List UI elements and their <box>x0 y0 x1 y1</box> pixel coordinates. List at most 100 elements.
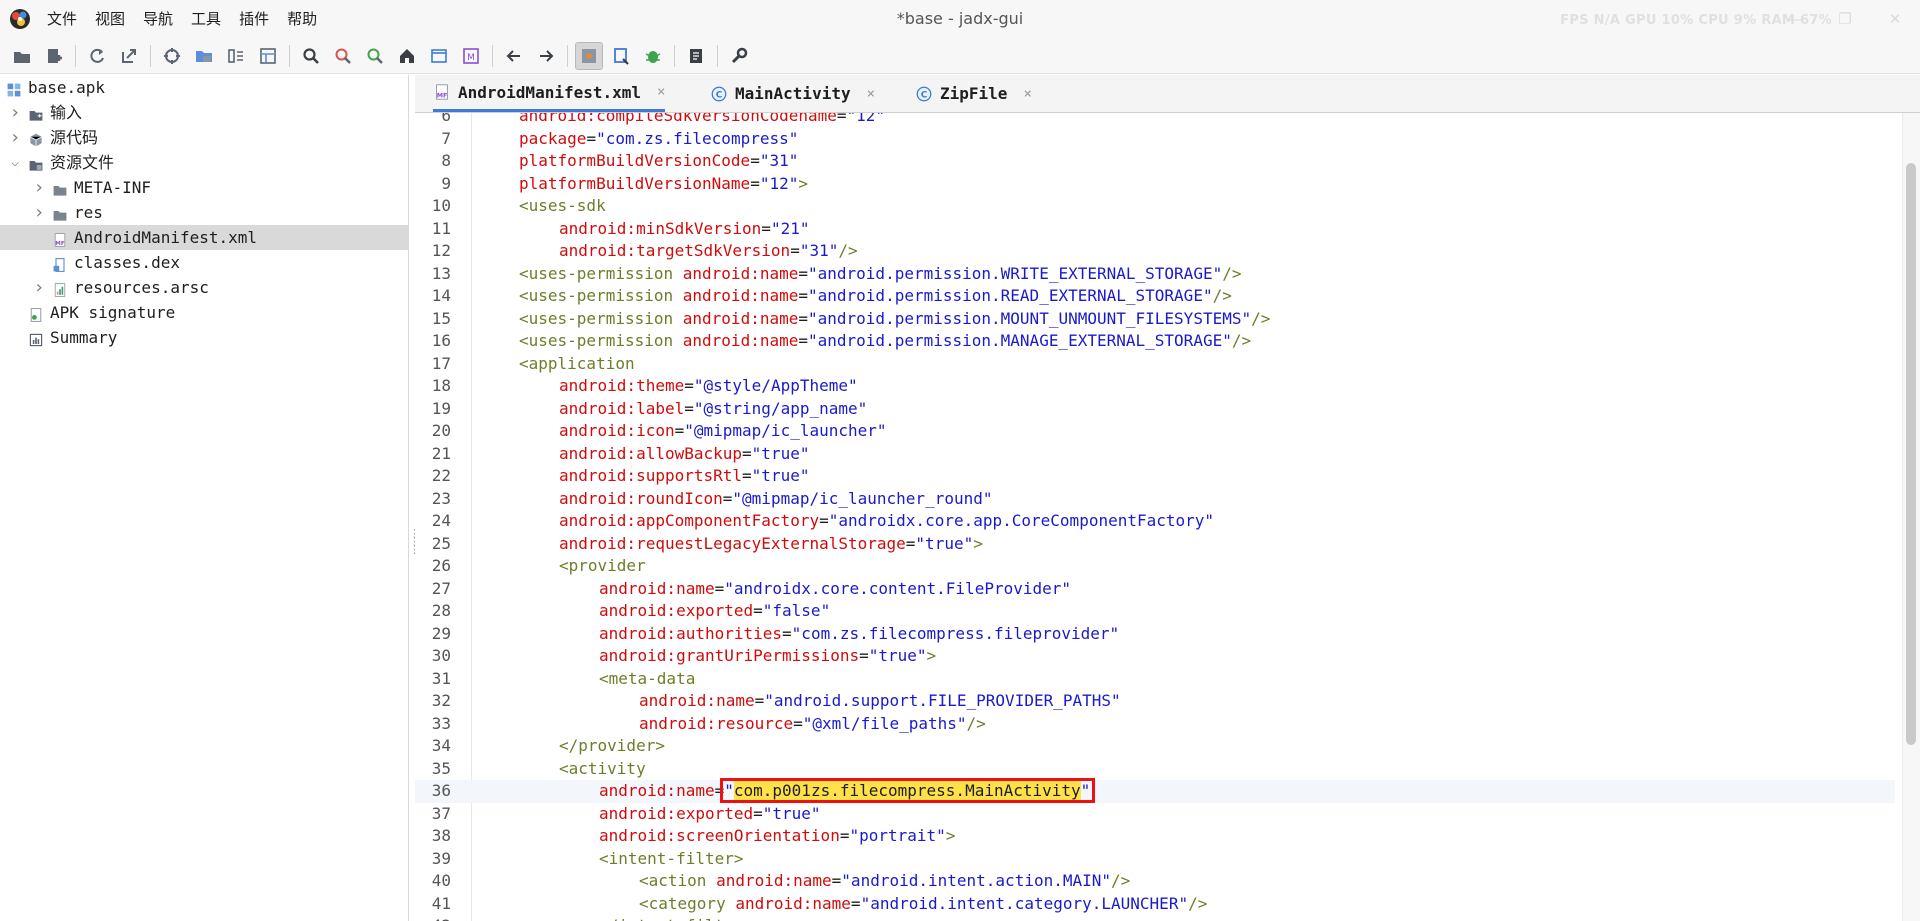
xml-punct: = <box>722 488 733 508</box>
xml-tag: /> <box>1212 286 1232 305</box>
xml-attribute: android:name <box>639 691 755 710</box>
menu-item[interactable]: 文件 <box>38 0 86 38</box>
add-files-button[interactable] <box>40 42 68 70</box>
code-line: 20 android:icon="@mipmap/ic_launcher" <box>415 420 1895 443</box>
expand-arrow-icon[interactable]: › <box>8 100 22 125</box>
code-line: 33 android:resource="@xml/file_paths"/> <box>415 713 1895 736</box>
code-line: 27 android:name="androidx.core.content.Fi… <box>415 578 1895 601</box>
log-viewer-button[interactable] <box>682 42 710 70</box>
open-file-button[interactable] <box>8 42 36 70</box>
xml-punct: = <box>750 151 760 170</box>
expand-arrow-icon[interactable]: › <box>32 200 46 225</box>
code-text: android:minSdkVersion="21" <box>559 218 809 241</box>
editor-tab[interactable]: C MainActivity × <box>710 75 875 112</box>
tree-item[interactable]: MF AndroidManifest.xml <box>0 225 408 250</box>
menu-item[interactable]: 帮助 <box>278 0 326 38</box>
svg-text:C: C <box>921 90 928 100</box>
quick-tabs-button[interactable] <box>254 42 282 70</box>
class-icon: C <box>710 85 728 103</box>
xml-string: "@style/AppTheme" <box>693 376 858 395</box>
line-number: 28 <box>431 601 451 620</box>
debugger-button[interactable] <box>639 42 667 70</box>
tree-item[interactable]: › 源代码 <box>0 125 408 150</box>
line-number: 34 <box>431 736 451 755</box>
code-text: <category android:name="android.intent.c… <box>639 893 1207 916</box>
expand-arrow-icon[interactable]: › <box>32 275 46 300</box>
code-text: </intent-filter> <box>599 915 753 921</box>
tree-item[interactable]: › resources.arsc <box>0 275 408 300</box>
code-text: <activity <box>559 758 646 781</box>
xml-punct: = <box>793 713 803 733</box>
code-view-button[interactable] <box>425 42 453 70</box>
code-text: </provider> <box>559 735 665 758</box>
toolbar-separator <box>674 44 675 67</box>
manifest-file-icon: MF <box>52 230 68 247</box>
tab-close-button[interactable]: × <box>657 84 665 100</box>
menu-item[interactable]: 导航 <box>134 0 182 38</box>
xml-tag: </intent-filter> <box>599 916 753 921</box>
search-button[interactable] <box>297 42 325 70</box>
tree-item[interactable]: base.apk <box>0 75 408 100</box>
vertical-scrollbar[interactable] <box>1902 113 1920 921</box>
forward-button[interactable] <box>532 42 560 70</box>
editor-tab[interactable]: C ZipFile × <box>915 75 1032 112</box>
tree-item[interactable]: ⌵ 资源文件 <box>0 150 408 175</box>
tab-close-button[interactable]: × <box>867 86 875 102</box>
reload-button[interactable] <box>83 42 111 70</box>
xml-string: "@xml/file_paths" <box>802 713 967 733</box>
back-button[interactable] <box>500 42 528 70</box>
tree-item-label: APK signature <box>50 303 176 322</box>
find-class-button[interactable] <box>329 42 357 70</box>
decompile-all-button[interactable] <box>575 41 603 70</box>
line-number: 27 <box>431 578 451 598</box>
xml-string: "androidx.core.app.CoreComponentFactory" <box>828 511 1215 530</box>
flatten-packages-button[interactable] <box>190 42 218 70</box>
deobfuscation-button[interactable] <box>607 42 635 70</box>
code-line: 13 <uses-permission android:name="android… <box>415 263 1895 286</box>
code-line: 6 android:compileSdkVersionCodename="12" <box>415 113 1895 128</box>
export-button[interactable] <box>115 42 143 70</box>
tree-item[interactable]: classes.dex <box>0 250 408 275</box>
tree-item[interactable]: APK signature <box>0 300 408 325</box>
minimize-button[interactable]: — <box>1770 0 1820 38</box>
class-icon: C <box>915 85 933 103</box>
xml-string: "true" <box>762 803 821 823</box>
preferences-button[interactable] <box>725 42 753 70</box>
xml-string: "androidx.core.content.FileProvider" <box>724 578 1072 598</box>
find-usage-button[interactable] <box>361 42 389 70</box>
project-tree[interactable]: base.apk › 输入 › 源代码 ⌵ 资源文件 › META-INF › res MF Andro… <box>0 75 409 921</box>
xml-attribute: package <box>519 128 587 148</box>
code-line: 40 <action android:name="android.intent.a… <box>415 870 1895 893</box>
scrollbar-thumb[interactable] <box>1906 163 1916 745</box>
code-line: 42 </intent-filter> <box>415 915 1895 921</box>
collapse-arrow-icon[interactable]: ⌵ <box>8 150 22 175</box>
xml-tag: <action <box>639 871 717 890</box>
xml-string: "android.permission.MOUNT_UNMOUNT_FILESY… <box>808 308 1252 328</box>
tree-item-label: classes.dex <box>74 253 180 272</box>
maximize-button[interactable]: ❐ <box>1820 0 1870 38</box>
xml-string: "android.support.FILE_PROVIDER_PATHS" <box>764 691 1121 710</box>
tree-item[interactable]: Summary <box>0 325 408 350</box>
xml-punct: = <box>674 421 685 440</box>
tree-item[interactable]: › META-INF <box>0 175 408 200</box>
expand-arrow-icon[interactable]: › <box>8 125 22 150</box>
menu-item[interactable]: 工具 <box>182 0 230 38</box>
show-split-view-button[interactable] <box>222 42 250 70</box>
tree-item[interactable]: › 输入 <box>0 100 408 125</box>
quick-tabs-icon <box>258 46 278 66</box>
menu-item[interactable]: 插件 <box>230 0 278 38</box>
expand-arrow-icon[interactable]: › <box>32 175 46 200</box>
close-window-button[interactable]: ✕ <box>1870 0 1920 38</box>
smali-view-button[interactable]: M <box>457 42 485 70</box>
code-editor[interactable]: 6 android:compileSdkVersionCodename="12" 7… <box>415 113 1920 921</box>
menu-item[interactable]: 视图 <box>86 0 134 38</box>
code-text: android:name="android.support.FILE_PROVI… <box>639 690 1121 713</box>
editor-tab[interactable]: MF AndroidManifest.xml × <box>433 75 666 112</box>
tab-close-button[interactable]: × <box>1023 86 1031 102</box>
tree-item[interactable]: › res <box>0 200 408 225</box>
home-button[interactable] <box>393 42 421 70</box>
show-split-view-icon <box>226 46 246 66</box>
code-line: 36 android:name="com.p001zs.filecompress.… <box>415 780 1895 803</box>
code-line: 25 android:requestLegacyExternalStorage="… <box>415 533 1895 556</box>
sync-with-editor-button[interactable] <box>158 42 186 70</box>
